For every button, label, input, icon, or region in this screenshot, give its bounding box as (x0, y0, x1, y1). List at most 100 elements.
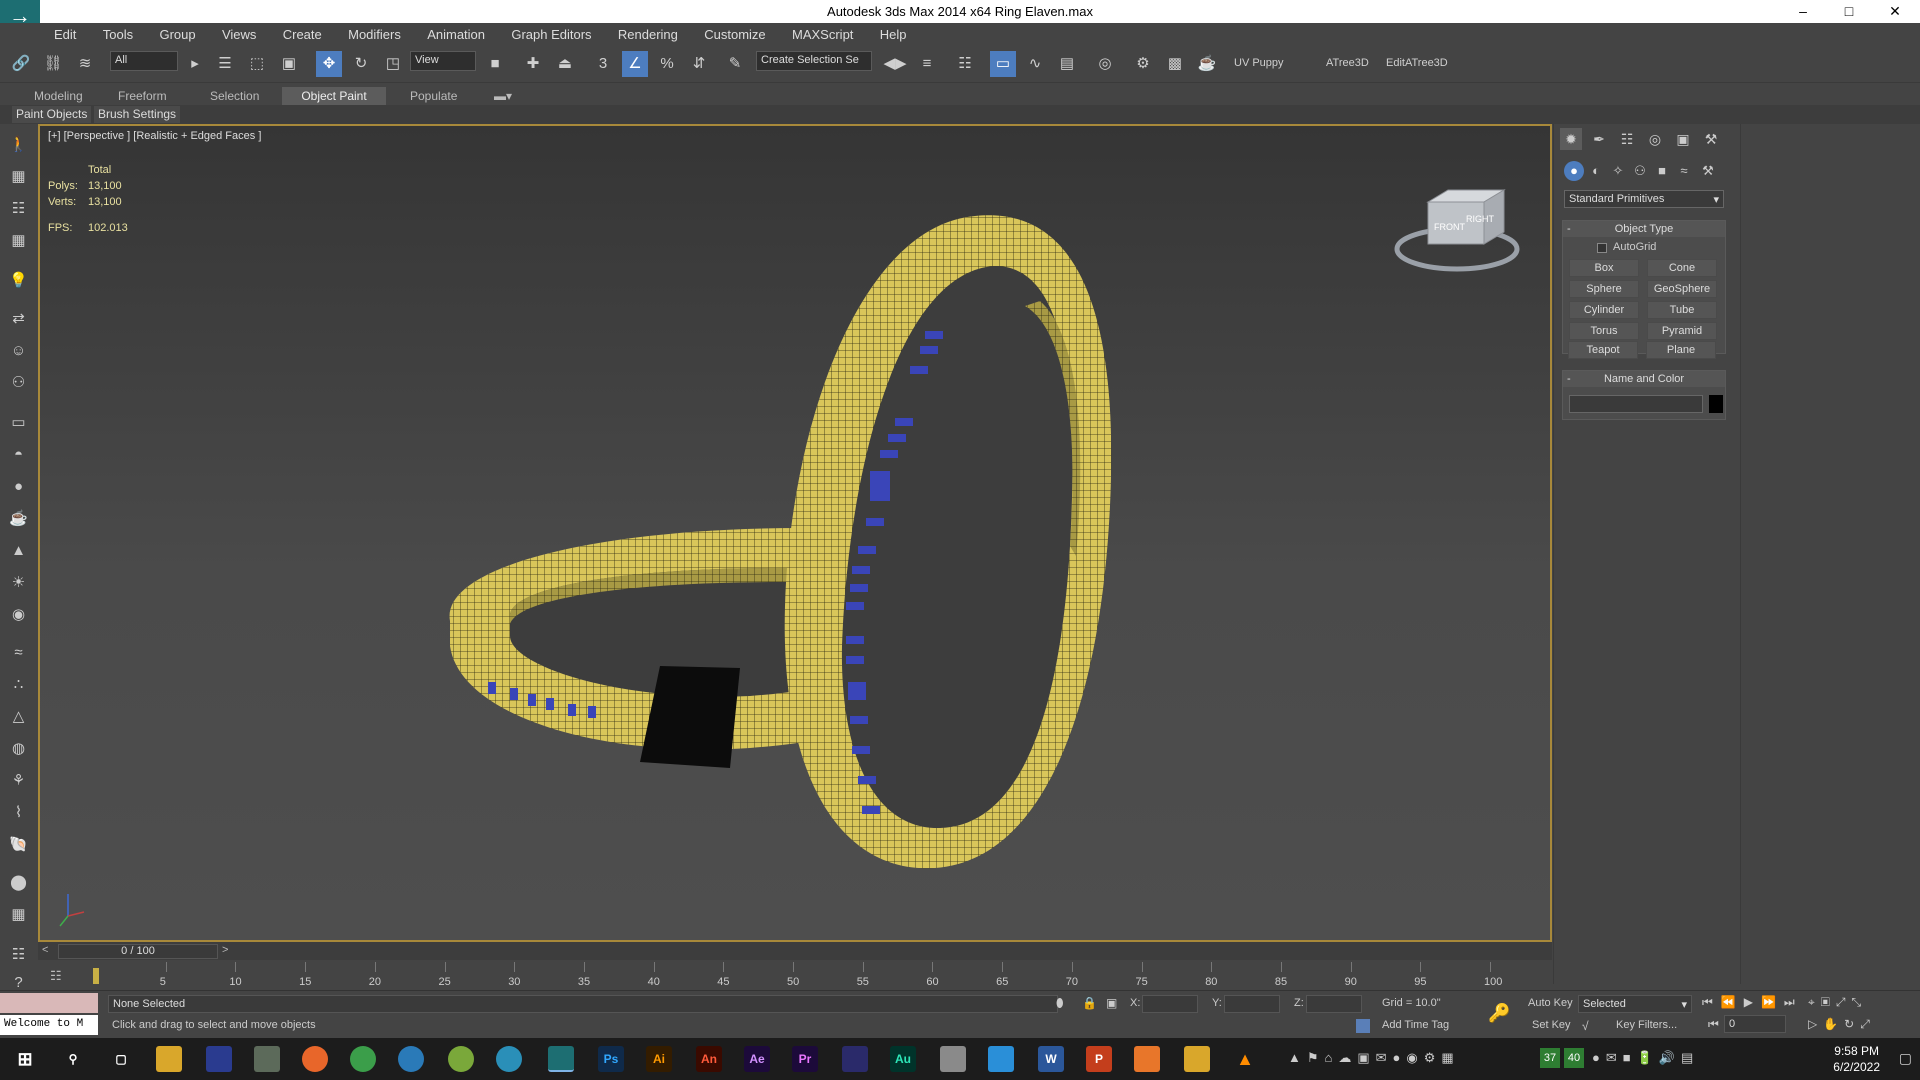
character-icon[interactable]: ☺ (6, 338, 31, 363)
geometry-icon[interactable]: ● (1564, 161, 1584, 181)
after-effects-icon[interactable]: Ae (744, 1046, 770, 1072)
graphite-ribbon-icon[interactable]: ▭ (990, 51, 1016, 77)
percent-snap-icon[interactable]: % (654, 51, 680, 77)
viewport-nav-top[interactable]: ⌖▣⤢⤡ (1808, 995, 1867, 1010)
box-button[interactable]: Box (1569, 259, 1639, 277)
minimize-button[interactable]: – (1780, 0, 1826, 23)
select-move-icon[interactable]: ✥ (316, 51, 342, 77)
menu-maxscript[interactable]: MAXScript (792, 23, 853, 46)
sun-icon[interactable]: ☀ (6, 570, 31, 595)
illustrator-icon[interactable]: Ai (646, 1046, 672, 1072)
current-frame-input[interactable]: 0 (1724, 1015, 1786, 1033)
tray-badge-40[interactable]: 40 (1564, 1048, 1584, 1068)
playback-controls[interactable]: ⏮⏪▶⏩⏭ (1702, 995, 1803, 1010)
render-grid-icon[interactable]: ▦ (6, 902, 31, 927)
menu-graph-editors[interactable]: Graph Editors (511, 23, 591, 46)
render-teapot-icon[interactable]: ☕ (1194, 51, 1220, 77)
ribbon-tab-object-paint[interactable]: Object Paint (282, 87, 386, 105)
absolute-mode-icon[interactable]: ▣ (1106, 996, 1117, 1010)
tray-badge-37[interactable]: 37 (1540, 1048, 1560, 1068)
lights-icon[interactable]: ✧ (1608, 161, 1628, 181)
manipulate-icon[interactable]: ✚ (520, 51, 546, 77)
populate-flow-icon[interactable]: 🚶 (6, 132, 31, 157)
track-bar[interactable]: ☷ 5 10 15 20 25 30 35 40 45 50 55 60 65 70 75 80 85 90 95 1… (38, 960, 1552, 990)
time-next-icon[interactable]: > (222, 944, 228, 956)
sublime-icon[interactable] (1134, 1046, 1160, 1072)
cone-icon[interactable]: ▲ (6, 538, 31, 563)
folder-icon[interactable] (1184, 1046, 1210, 1072)
premiere-icon[interactable]: Pr (792, 1046, 818, 1072)
close-button[interactable]: ✕ (1872, 0, 1918, 23)
cameras-icon[interactable]: ⚇ (1630, 161, 1650, 181)
ribbon-tab-populate[interactable]: Populate (402, 87, 465, 105)
maxscript-mini-listener[interactable]: Welcome to M (0, 1015, 98, 1035)
uv-puppy-button[interactable]: UV Puppy (1234, 57, 1284, 69)
reference-coordinate-dropdown[interactable]: View (410, 51, 476, 71)
hair-icon[interactable]: ≈ (6, 640, 31, 665)
viewport-nav-bottom[interactable]: ▷✋↻⤢ (1808, 1017, 1876, 1032)
scene-explorer-icon[interactable]: ☷ (6, 196, 31, 221)
layers-icon[interactable]: ☷ (6, 942, 31, 967)
shell-icon[interactable]: 🐚 (6, 832, 31, 857)
taskbar-clock[interactable]: 9:58 PM 6/2/2022 (1833, 1043, 1880, 1075)
time-tag-icon[interactable] (1356, 1019, 1370, 1033)
time-slider[interactable]: 0 / 100 (58, 944, 218, 959)
snaps-toggle-icon[interactable]: 3 (590, 51, 616, 77)
keyboard-shortcut-icon[interactable]: ⏏ (552, 51, 578, 77)
rect-selection-icon[interactable]: ⬚ (244, 51, 270, 77)
paint-icon[interactable]: ▦ (6, 164, 31, 189)
camera-icon[interactable]: ⚇ (6, 370, 31, 395)
cylinder-button[interactable]: Cylinder (1569, 301, 1639, 319)
key-mode-dropdown[interactable]: Selected ▾ (1578, 995, 1692, 1013)
geosphere-button[interactable]: GeoSphere (1647, 280, 1717, 298)
plane-shape-icon[interactable]: ▭ (6, 410, 31, 435)
hierarchy-tab-icon[interactable]: ☷ (1616, 128, 1638, 150)
set-key-button[interactable]: Set Key (1532, 1019, 1571, 1031)
menu-tools[interactable]: Tools (103, 23, 133, 46)
link-icon[interactable]: 🔗 (8, 51, 34, 77)
viewcube[interactable]: FRONT RIGHT (1392, 184, 1522, 274)
menu-group[interactable]: Group (159, 23, 195, 46)
select-scale-icon[interactable]: ◳ (380, 51, 406, 77)
edit-named-selection-icon[interactable]: ✎ (722, 51, 748, 77)
ribbon-tab-selection[interactable]: Selection (202, 87, 267, 105)
sphere-icon[interactable]: ● (6, 474, 31, 499)
auto-key-button[interactable]: Auto Key (1528, 997, 1573, 1009)
object-color-swatch[interactable] (1709, 395, 1723, 413)
pinned-app-7-icon[interactable] (940, 1046, 966, 1072)
shader-ball-icon[interactable]: ⬤ (6, 870, 31, 895)
display-tab-icon[interactable]: ▣ (1672, 128, 1694, 150)
teapot-button[interactable]: Teapot (1568, 341, 1638, 359)
particles-icon[interactable]: ∴ (6, 672, 31, 697)
ribbon-options-icon[interactable]: ▬▾ (486, 87, 520, 105)
render-setup-icon[interactable]: ⚙ (1130, 51, 1156, 77)
plane-button[interactable]: Plane (1646, 341, 1716, 359)
search-icon[interactable]: ⚲ (60, 1046, 86, 1072)
subtab-brush-settings[interactable]: Brush Settings (94, 106, 181, 123)
primitive-category-dropdown[interactable]: Standard Primitives ▾ (1564, 190, 1724, 208)
audition-icon[interactable]: Au (890, 1046, 916, 1072)
window-crossing-icon[interactable]: ▣ (276, 51, 302, 77)
select-object-icon[interactable]: ▸ (182, 51, 208, 77)
pinned-app-2-icon[interactable] (254, 1046, 280, 1072)
system-tray-icons-2[interactable]: ●✉■🔋🔊▤ (1592, 1050, 1699, 1066)
atree3d-button[interactable]: ATree3D (1326, 57, 1369, 69)
select-rotate-icon[interactable]: ↻ (348, 51, 374, 77)
autogrid-checkbox[interactable] (1597, 243, 1607, 253)
unlink-icon[interactable]: ⛓ (40, 51, 66, 77)
light-bulb-icon[interactable]: 💡 (6, 268, 31, 293)
menu-animation[interactable]: Animation (427, 23, 485, 46)
cone-button[interactable]: Cone (1647, 259, 1717, 277)
menu-edit[interactable]: Edit (54, 23, 76, 46)
add-time-tag-button[interactable]: Add Time Tag (1382, 1019, 1449, 1031)
motion-tab-icon[interactable]: ◎ (1644, 128, 1666, 150)
globe-icon[interactable]: ◍ (6, 736, 31, 761)
sphere-button[interactable]: Sphere (1569, 280, 1639, 298)
object-type-header[interactable]: - Object Type (1563, 221, 1725, 237)
helpers-icon[interactable]: ■ (1652, 161, 1672, 181)
tube-button[interactable]: Tube (1647, 301, 1717, 319)
time-marker[interactable] (93, 968, 99, 984)
mini-curve-editor-icon[interactable]: ☷ (50, 968, 62, 984)
ribbon-tab-modeling[interactable]: Modeling (26, 87, 91, 105)
angle-snap-icon[interactable]: ∠ (622, 51, 648, 77)
